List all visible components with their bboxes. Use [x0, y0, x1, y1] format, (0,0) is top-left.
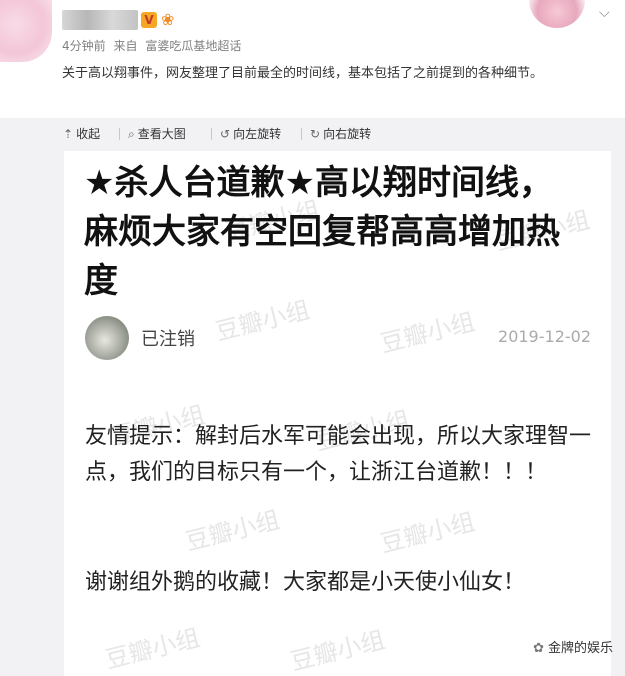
author-avatar	[85, 316, 129, 360]
watermark: 豆瓣小组	[102, 623, 203, 675]
image-toolbar: ⇡ 收起 ⌕ 查看大图 ↺ 向左旋转 ↻ 向右旋转	[0, 118, 625, 151]
thanks-text: 谢谢组外鹅的收藏！大家都是小天使小仙女！	[85, 570, 526, 595]
view-large-label: 查看大图	[137, 127, 186, 141]
fan-badge-icon: ❀	[161, 10, 175, 29]
watermark: 豆瓣小组	[287, 625, 388, 676]
wechat-icon: ✿	[533, 641, 544, 656]
divider	[301, 128, 302, 140]
wechat-watermark: ✿ 金牌的娱乐	[533, 637, 613, 656]
post-time: 4分钟前	[62, 39, 106, 53]
view-large-button[interactable]: ⌕ 查看大图	[128, 126, 186, 142]
post-date: 2019-12-02	[498, 327, 591, 346]
search-icon: ⌕	[128, 127, 135, 141]
topic-title: ★杀人台道歉★高以翔时间线，麻烦大家有空回复帮高高增加热度	[84, 163, 560, 301]
rotate-left-icon: ↺	[220, 127, 231, 141]
divider	[119, 128, 120, 140]
collapse-arrow-icon: ⇡	[63, 127, 74, 141]
rotate-left-label: 向左旋转	[233, 127, 282, 141]
pendant-image	[529, 0, 585, 28]
watermark: 豆瓣小组	[377, 507, 478, 559]
chevron-down-icon[interactable]: ⌵	[599, 6, 613, 20]
rotate-right-button[interactable]: ↻ 向右旋转	[310, 126, 371, 142]
watermark: 豆瓣小组	[377, 307, 478, 359]
rotate-right-icon: ↻	[310, 127, 321, 141]
post-text: 关于高以翔事件，网友整理了目前最全的时间线，基本包括了之前提到的各种细节。	[62, 66, 544, 81]
post-source-link[interactable]: 富婆吃瓜基地超话	[145, 39, 241, 53]
wechat-account-name: 金牌的娱乐	[547, 641, 613, 656]
author-name: 已注销	[141, 329, 195, 350]
watermark: 豆瓣小组	[182, 505, 283, 557]
post-from-label: 来自	[113, 39, 138, 53]
user-avatar[interactable]	[0, 0, 52, 62]
verified-v-icon: V	[141, 12, 157, 28]
username-blurred[interactable]	[62, 10, 138, 30]
divider	[211, 128, 212, 140]
post-image[interactable]: 豆瓣小组 豆瓣小组 豆瓣小组 豆瓣小组 豆瓣小组 豆瓣小组 豆瓣小组 豆瓣小组 …	[64, 151, 611, 676]
friendly-tip-text: 友情提示：解封后水军可能会出现，所以大家理智一点，我们的目标只有一个，让浙江台道…	[85, 424, 592, 485]
rotate-left-button[interactable]: ↺ 向左旋转	[220, 126, 281, 142]
collapse-button[interactable]: ⇡ 收起	[63, 126, 100, 142]
post-meta: 4分钟前 来自 富婆吃瓜基地超话	[62, 37, 245, 54]
collapse-label: 收起	[76, 127, 101, 141]
rotate-right-label: 向右旋转	[323, 127, 372, 141]
